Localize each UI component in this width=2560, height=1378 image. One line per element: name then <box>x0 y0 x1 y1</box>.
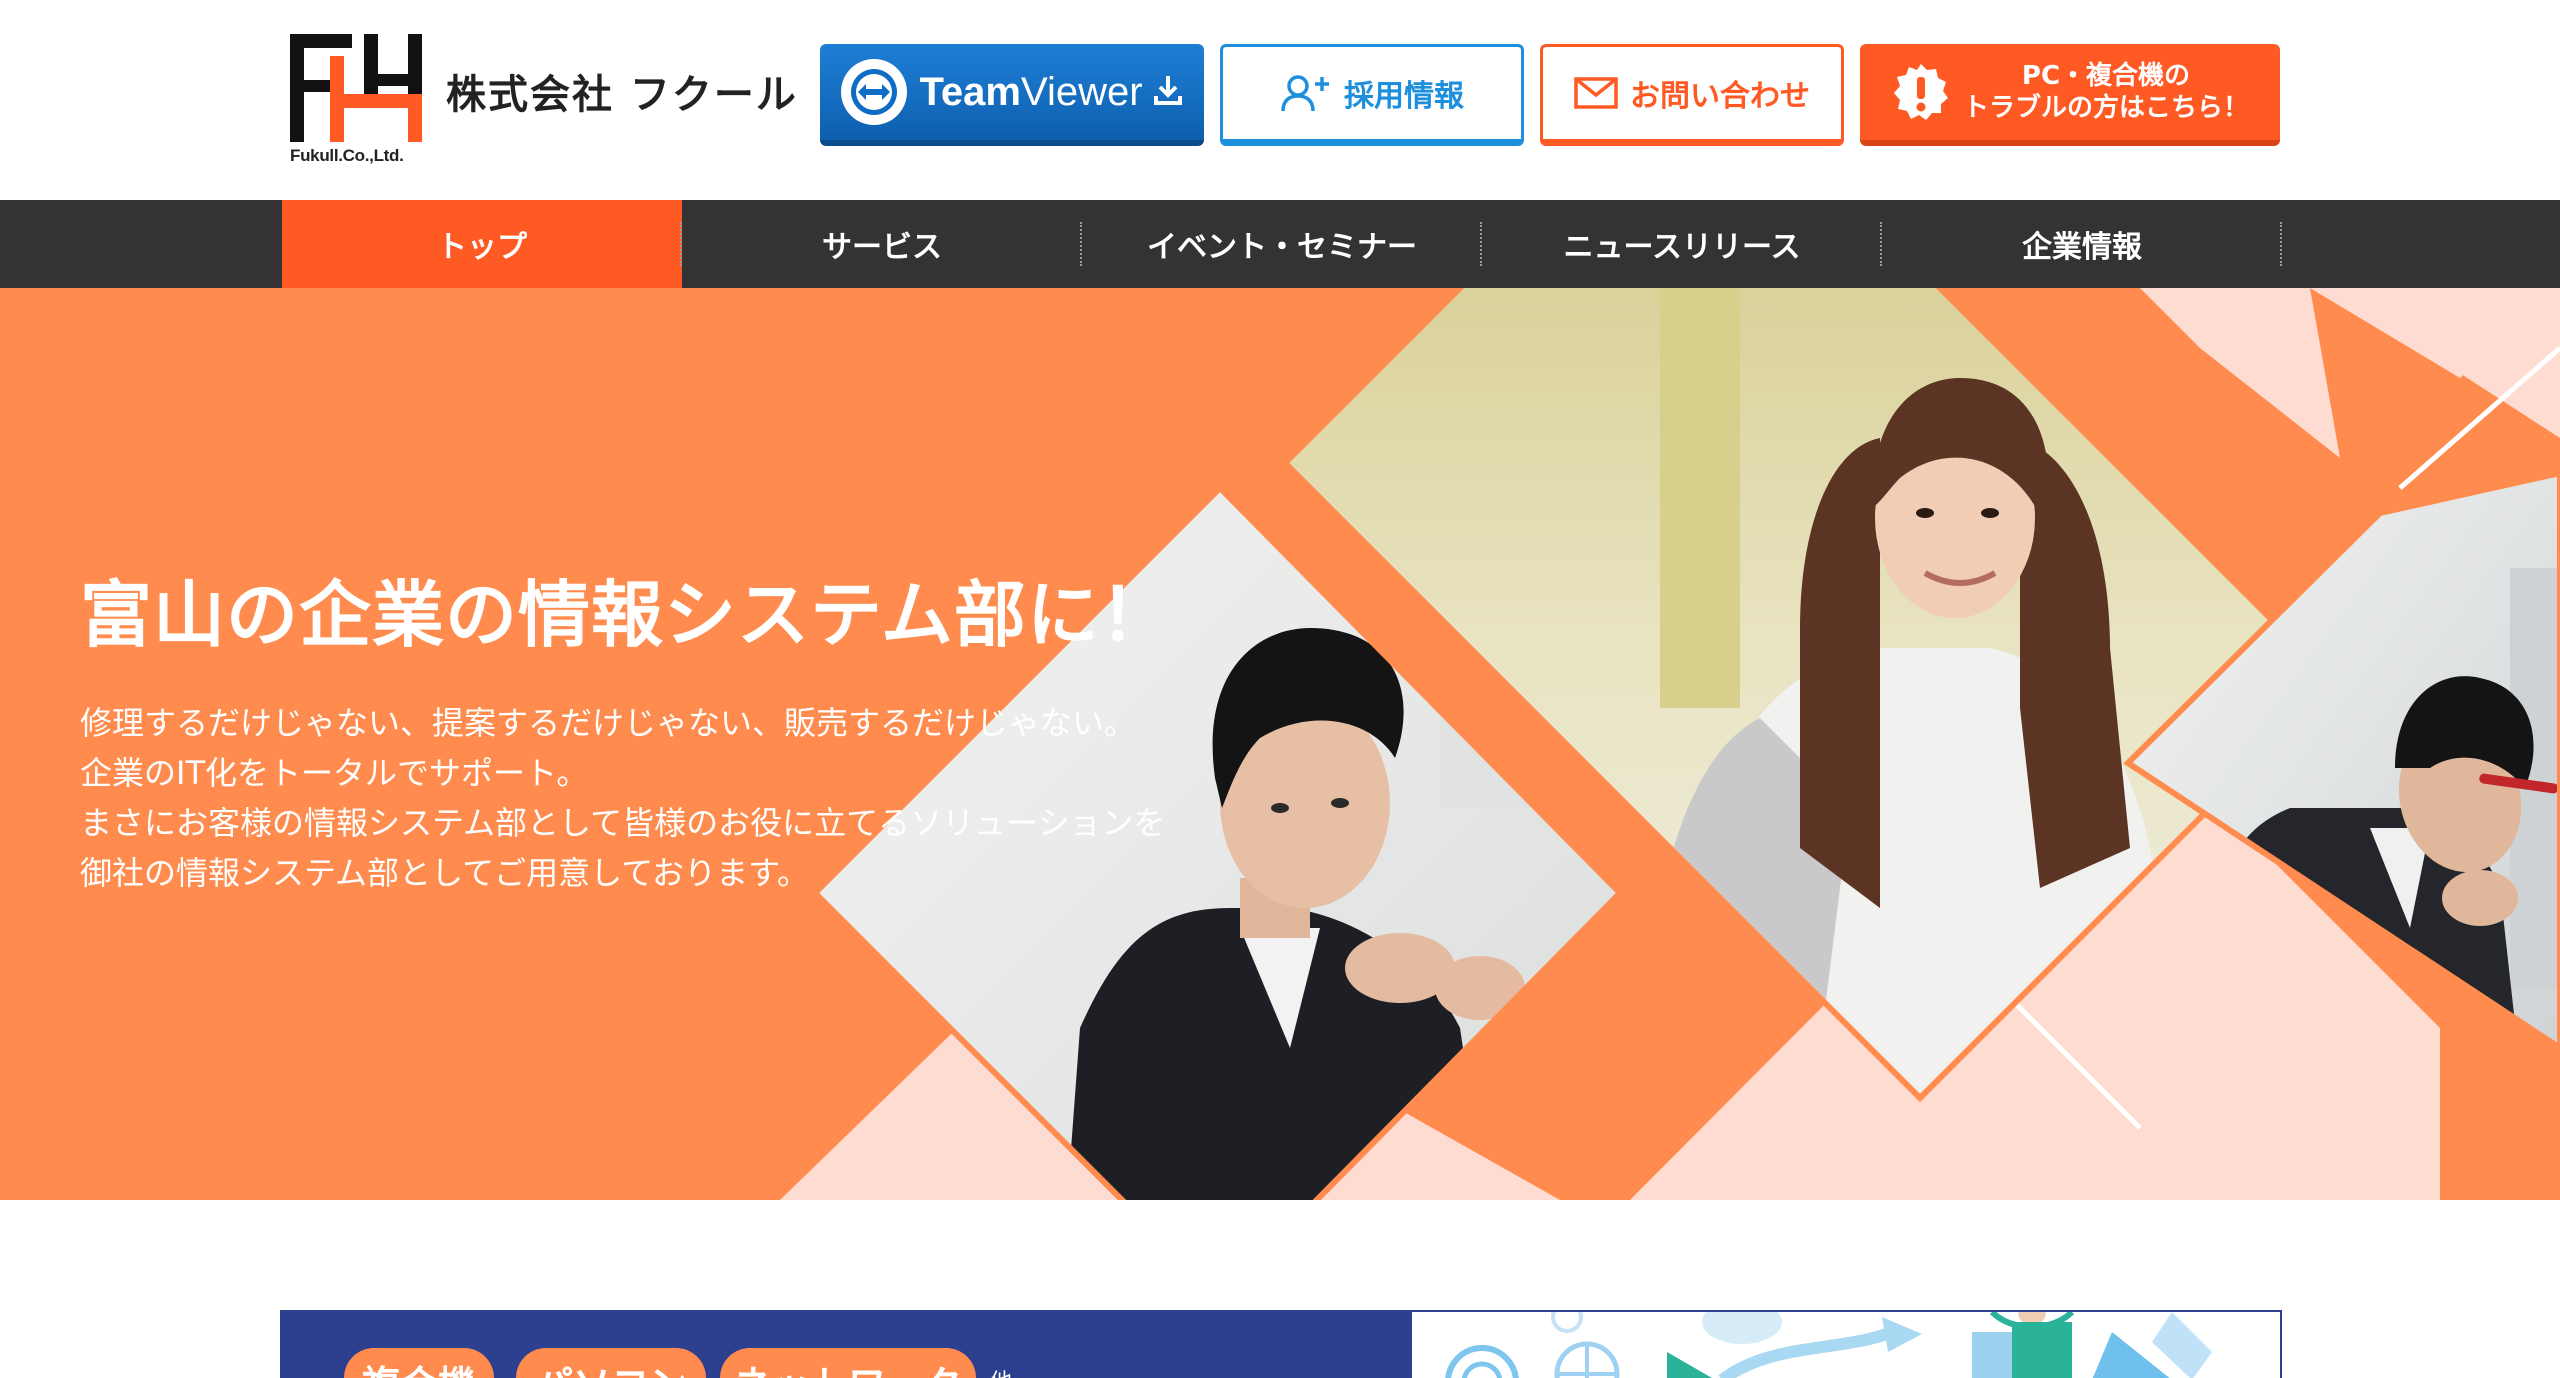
hero-line: まさにお客様の情報システム部として皆様のお役に立てるソリューションを <box>80 804 1166 842</box>
service-tag-pc: パソコン <box>516 1348 706 1378</box>
hero-line: 御社の情報システム部としてご用意しております。 <box>80 854 809 892</box>
services-banner-left: 複合機 パソコン ネットワーク 他 <box>282 1312 1412 1378</box>
company-name: 株式会社 フクール <box>446 72 798 118</box>
hero-banner: 富山の企業の情報システム部に！ 修理するだけじゃない、提案するだけじゃない、販売… <box>0 288 2560 1200</box>
nav-item-news[interactable]: ニュースリリース <box>1482 200 1882 288</box>
recruit-label: 採用情報 <box>1344 79 1464 114</box>
services-banner-illustration <box>1412 1312 2280 1378</box>
trouble-label-line2: トラブルの方はこちら！ <box>1962 93 2249 123</box>
hero-line: 修理するだけじゃない、提案するだけじゃない、販売するだけじゃない。 <box>80 704 1137 742</box>
teamviewer-label-bold: Team <box>919 69 1021 114</box>
site-header: Fukull.Co.,Ltd. 株式会社 フクール TeamViewer 採用情… <box>0 0 2560 200</box>
alert-icon <box>1891 62 1951 122</box>
nav-item-services[interactable]: サービス <box>682 200 1082 288</box>
download-icon <box>1153 74 1183 110</box>
fukull-logo-icon <box>290 34 422 142</box>
trouble-label-line1: PC・複合機の <box>2021 61 2191 91</box>
site-logo[interactable]: Fukull.Co.,Ltd. 株式会社 フクール <box>290 34 800 168</box>
user-plus-icon <box>1280 73 1332 113</box>
contact-button[interactable]: お問い合わせ <box>1540 44 1844 146</box>
teamviewer-download-button[interactable]: TeamViewer <box>820 44 1204 146</box>
teamviewer-label-regular: Viewer <box>1020 69 1143 114</box>
hero-line: 企業のIT化をトータルでサポート。 <box>80 754 589 792</box>
nav-item-top[interactable]: トップ <box>282 200 682 288</box>
recruit-button[interactable]: 採用情報 <box>1220 44 1524 146</box>
service-tag-copier: 複合機 <box>344 1348 494 1378</box>
trouble-support-button[interactable]: PC・複合機の トラブルの方はこちら！ <box>1860 44 2280 146</box>
service-tag-suffix: 他 <box>990 1364 1012 1378</box>
services-banner[interactable]: 複合機 パソコン ネットワーク 他 <box>280 1310 2282 1378</box>
mail-icon <box>1574 77 1618 109</box>
teamviewer-arrows-icon <box>841 59 908 125</box>
network-illustration-icon <box>1445 1312 2212 1378</box>
nav-item-events[interactable]: イベント・セミナー <box>1082 200 1482 288</box>
nav-item-company[interactable]: 企業情報 <box>1882 200 2282 288</box>
hero-title: 富山の企業の情報システム部に！ <box>80 573 1173 657</box>
main-nav: トップ サービス イベント・セミナー ニュースリリース 企業情報 <box>0 200 2560 288</box>
logo-subtext: Fukull.Co.,Ltd. <box>290 146 404 165</box>
service-tag-network: ネットワーク <box>720 1348 976 1378</box>
contact-label: お問い合わせ <box>1630 79 1810 114</box>
hero-description: 修理するだけじゃない、提案するだけじゃない、販売するだけじゃない。 企業のIT化… <box>80 698 1200 898</box>
